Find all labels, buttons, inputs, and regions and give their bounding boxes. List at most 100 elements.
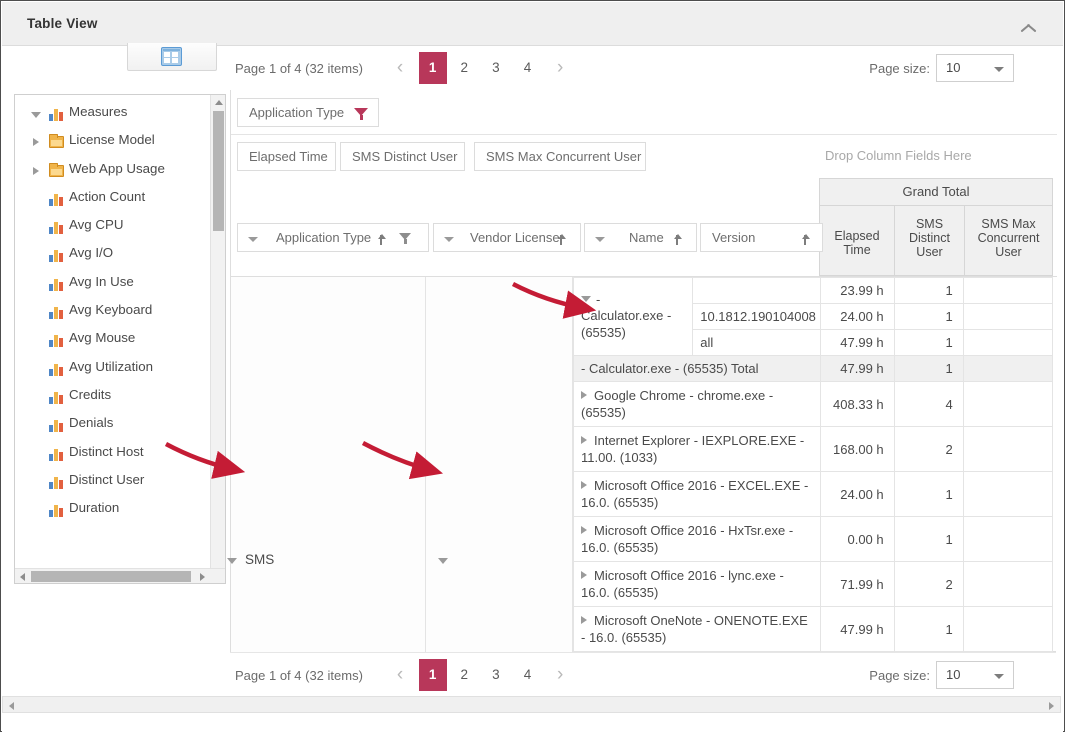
sort-ascending-icon[interactable]: [801, 232, 810, 245]
cell-name[interactable]: Microsoft Office 2016 - lync.exe - 16.0.…: [573, 561, 821, 607]
tree-item-denials[interactable]: Denials: [15, 410, 211, 438]
twisty-open-icon[interactable]: [581, 295, 591, 302]
row-field-name[interactable]: Name: [584, 223, 697, 252]
sort-ascending-icon[interactable]: [377, 232, 386, 245]
value-chip-elapsed-time[interactable]: Elapsed Time: [237, 142, 336, 171]
tree-item-measures[interactable]: Measures: [15, 99, 211, 127]
tree-item-avg-mouse[interactable]: Avg Mouse: [15, 325, 211, 353]
filter-field-zone[interactable]: Application Type: [231, 90, 1057, 135]
tree-vertical-scrollbar[interactable]: [210, 95, 225, 583]
table-row[interactable]: Microsoft Office 2016 - lync.exe - 16.0.…: [573, 561, 1054, 607]
row-field-vendor-license[interactable]: Vendor License: [433, 223, 581, 252]
tree-item-avg-in-use[interactable]: Avg In Use: [15, 269, 211, 297]
table-row[interactable]: Google Chrome - chrome.exe - (65535) 408…: [573, 381, 1054, 427]
collapse-panel-button[interactable]: [1011, 10, 1051, 40]
scroll-left-icon[interactable]: [20, 573, 25, 581]
cell-name[interactable]: Microsoft Office 2016 - HxTsr.exe - 16.0…: [573, 516, 821, 562]
tree-item-distinct-user[interactable]: Distinct User: [15, 467, 211, 495]
twisty-closed-icon[interactable]: [581, 616, 587, 624]
scrollbar-thumb[interactable]: [213, 111, 224, 231]
row-field-label: Vendor License: [470, 230, 560, 245]
scrollbar-thumb[interactable]: [31, 571, 191, 582]
page-button-4-bottom[interactable]: 4: [514, 659, 542, 691]
chevron-up-icon: [1022, 21, 1035, 34]
cell-sms-distinct-user: 2: [893, 426, 964, 472]
cell-name[interactable]: - Calculator.exe - (65535): [572, 277, 694, 356]
twisty-closed-icon[interactable]: [33, 138, 39, 147]
page-button-2-bottom[interactable]: 2: [450, 659, 478, 691]
twisty-open-icon[interactable]: [31, 112, 41, 118]
page-button-2-top[interactable]: 2: [450, 52, 478, 84]
filter-funnel-icon[interactable]: [354, 108, 368, 120]
table-row[interactable]: Microsoft Office 2016 - HxTsr.exe - 16.0…: [573, 516, 1054, 562]
page-button-3-top[interactable]: 3: [482, 52, 510, 84]
sort-ascending-icon[interactable]: [557, 232, 566, 245]
twisty-open-icon[interactable]: [227, 558, 237, 564]
tree-item-action-count[interactable]: Action Count: [15, 184, 211, 212]
page-button-1-bottom[interactable]: 1: [418, 659, 447, 691]
cell-sms-distinct-user: 1: [893, 277, 964, 304]
tree-item-avg-cpu[interactable]: Avg CPU: [15, 212, 211, 240]
table-row[interactable]: Microsoft OneNote - ONENOTE.EXE - 16.0. …: [573, 606, 1054, 652]
tree-item-avg-keyboard[interactable]: Avg Keyboard: [15, 297, 211, 325]
cell-name[interactable]: Internet Explorer - IEXPLORE.EXE - 11.00…: [573, 426, 821, 472]
page-button-4-top[interactable]: 4: [514, 52, 542, 84]
chevron-down-icon[interactable]: [248, 237, 258, 242]
table-row[interactable]: - Calculator.exe - (65535) 23.99 h 1: [572, 277, 1054, 356]
tree-item-avg-utilization[interactable]: Avg Utilization: [15, 354, 211, 382]
measure-icon: [49, 192, 65, 206]
page-button-1-top[interactable]: 1: [418, 52, 447, 84]
scroll-right-icon[interactable]: [1049, 702, 1054, 710]
twisty-closed-icon[interactable]: [581, 571, 587, 579]
page-size-select-top[interactable]: 10: [936, 54, 1014, 82]
twisty-closed-icon[interactable]: [581, 391, 587, 399]
cell-name[interactable]: Microsoft Office 2016 - EXCEL.EXE - 16.0…: [573, 471, 821, 517]
value-chip-sms-max-concurrent-user[interactable]: SMS Max Concurrent User: [474, 142, 646, 171]
filter-chip-application-type[interactable]: Application Type: [237, 98, 379, 127]
cell-elapsed-time: 47.99 h: [819, 329, 895, 356]
cell-name[interactable]: Google Chrome - chrome.exe - (65535): [573, 381, 821, 427]
sort-ascending-icon[interactable]: [673, 232, 682, 245]
table-row[interactable]: Microsoft Office 2016 - EXCEL.EXE - 16.0…: [573, 471, 1054, 517]
tree-item-distinct-host[interactable]: Distinct Host: [15, 439, 211, 467]
chevron-down-icon[interactable]: [595, 237, 605, 242]
folder-icon: [49, 162, 64, 177]
row-field-version[interactable]: Version: [700, 223, 823, 252]
tree-item-avg-io[interactable]: Avg I/O: [15, 240, 211, 268]
value-chip-sms-distinct-user[interactable]: SMS Distinct User: [340, 142, 465, 171]
grid-view-button[interactable]: [127, 43, 217, 71]
table-row[interactable]: Internet Explorer - IEXPLORE.EXE - 11.00…: [573, 426, 1054, 472]
window-horizontal-scrollbar[interactable]: [2, 696, 1061, 713]
filter-funnel-icon[interactable]: [399, 233, 412, 244]
cell-elapsed-time: 47.99 h: [819, 606, 895, 652]
row-group-label-sms[interactable]: SMS: [227, 552, 274, 567]
tree-horizontal-scrollbar[interactable]: [15, 568, 225, 583]
scroll-up-icon[interactable]: [215, 100, 223, 105]
twisty-open-icon[interactable]: [438, 558, 448, 564]
tree-item-license-model[interactable]: License Model: [15, 127, 211, 155]
chevron-down-icon[interactable]: [444, 237, 454, 242]
tree-item-web-app-usage[interactable]: Web App Usage: [15, 156, 211, 184]
drop-column-fields-hint[interactable]: Drop Column Fields Here: [825, 148, 972, 163]
twisty-closed-icon[interactable]: [581, 526, 587, 534]
page-button-3-bottom[interactable]: 3: [482, 659, 510, 691]
prev-page-button-bottom[interactable]: ‹: [385, 659, 415, 691]
tree-item-credits[interactable]: Credits: [15, 382, 211, 410]
cell-sms-max-concurrent-user: [962, 329, 1054, 356]
row-field-application-type[interactable]: Application Type: [237, 223, 429, 252]
cell-sms-distinct-user: 1: [893, 329, 964, 356]
page-size-select-bottom[interactable]: 10: [936, 661, 1014, 689]
cell-name[interactable]: Microsoft OneNote - ONENOTE.EXE - 16.0. …: [573, 606, 821, 652]
tree-item-label: Credits: [69, 386, 112, 402]
measure-icon: [49, 277, 65, 291]
scroll-left-icon[interactable]: [9, 702, 14, 710]
twisty-closed-icon[interactable]: [33, 166, 39, 175]
twisty-closed-icon[interactable]: [581, 481, 587, 489]
scroll-right-icon[interactable]: [200, 573, 205, 581]
twisty-closed-icon[interactable]: [581, 436, 587, 444]
prev-page-button-top[interactable]: ‹: [385, 52, 415, 84]
cell-elapsed-time: 0.00 h: [819, 516, 895, 562]
tree-item-duration[interactable]: Duration: [15, 495, 211, 523]
next-page-button-bottom[interactable]: ›: [545, 659, 575, 691]
next-page-button-top[interactable]: ›: [545, 52, 575, 84]
